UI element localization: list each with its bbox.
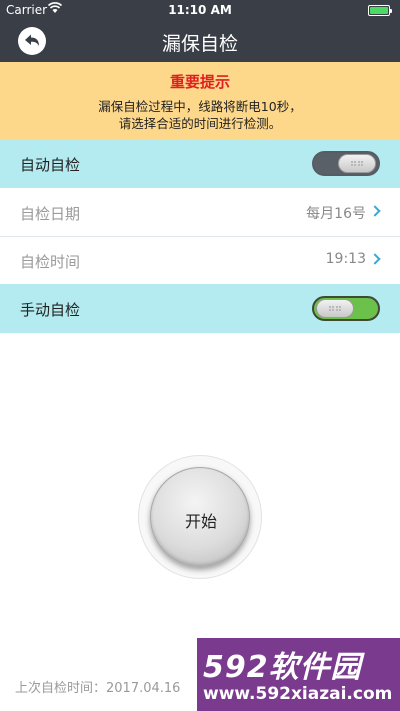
check-date-value: 每月16号 <box>306 206 366 222</box>
manual-check-toggle[interactable] <box>312 296 380 321</box>
toggle-knob <box>338 154 376 173</box>
watermark-url: www.592xiazai.com <box>203 684 393 704</box>
manual-check-label: 手动自检 <box>20 301 81 319</box>
page-title: 漏保自检 <box>161 33 238 55</box>
chevron-right-icon <box>369 205 381 217</box>
auto-check-label: 自动自检 <box>20 156 81 174</box>
last-check-time: 上次自检时间：2017.04.16 <box>15 681 181 696</box>
watermark-logo: 592软件园 www.592xiazai.com <box>197 638 400 711</box>
start-button-label: 开始 <box>184 512 217 531</box>
start-button[interactable]: 开始 <box>150 467 250 567</box>
check-time-label: 自检时间 <box>20 253 81 271</box>
status-bar: Carrier 11:10 AM <box>0 0 400 20</box>
toggle-knob <box>316 299 354 318</box>
check-date-label: 自检日期 <box>20 205 81 223</box>
auto-check-row: 自动自检 <box>0 139 400 188</box>
important-notice: 重要提示 漏保自检过程中，线路将断电10秒， 请选择合适的时间进行检测。 <box>0 62 400 139</box>
check-time-row[interactable]: 自检时间 19:13 <box>0 236 400 285</box>
chevron-right-icon <box>369 253 381 265</box>
auto-check-toggle[interactable] <box>312 151 380 176</box>
watermark-brand: 592软件园 <box>203 650 362 685</box>
notice-line-2: 请选择合适的时间进行检测。 <box>118 116 282 131</box>
check-time-value: 19:13 <box>325 251 366 267</box>
battery-icon <box>368 5 392 16</box>
check-date-row[interactable]: 自检日期 每月16号 <box>0 188 400 237</box>
manual-check-row: 手动自检 <box>0 284 400 333</box>
nav-bar: 漏保自检 <box>0 20 400 62</box>
notice-title: 重要提示 <box>169 73 230 91</box>
status-time: 11:10 AM <box>168 3 232 17</box>
